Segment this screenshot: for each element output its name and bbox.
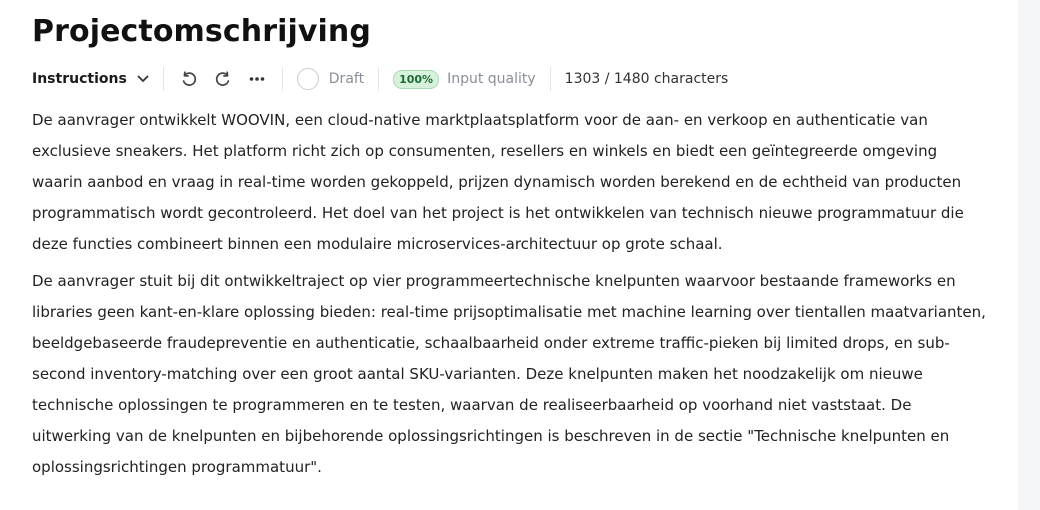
toolbar-divider	[281, 67, 283, 91]
undo-button[interactable]	[178, 68, 200, 90]
draft-circle-icon	[296, 68, 319, 90]
chevron-down-icon	[137, 75, 149, 82]
toolbar-divider	[549, 67, 551, 91]
content-area: Projectomschrijving Instructions Draft 1…	[32, 0, 992, 489]
input-quality: 100% Input quality	[393, 69, 536, 89]
toolbar-divider	[378, 67, 380, 91]
instructions-dropdown[interactable]: Instructions	[32, 71, 149, 87]
draft-status[interactable]: Draft	[296, 68, 365, 90]
editor-page: Projectomschrijving Instructions Draft 1…	[0, 0, 1040, 510]
redo-button[interactable]	[212, 68, 234, 90]
toolbar-divider	[162, 67, 164, 91]
description-text[interactable]: De aanvrager ontwikkelt WOOVIN, een clou…	[32, 105, 992, 483]
character-count: 1303 / 1480 characters	[564, 71, 729, 87]
paragraph: De aanvrager ontwikkelt WOOVIN, een clou…	[32, 111, 964, 253]
page-title: Projectomschrijving	[32, 14, 371, 49]
instructions-label: Instructions	[32, 71, 127, 87]
draft-label: Draft	[328, 71, 365, 87]
redo-icon	[215, 71, 230, 86]
more-options-button[interactable]	[246, 68, 268, 90]
scrollbar-track[interactable]	[1018, 0, 1040, 510]
quality-badge: 100%	[393, 69, 440, 89]
paragraph: De aanvrager stuit bij dit ontwikkeltraj…	[32, 272, 986, 476]
editor-toolbar: Instructions Draft 100% Input quality 13…	[32, 66, 992, 92]
quality-label: Input quality	[447, 71, 536, 87]
undo-icon	[182, 71, 196, 86]
more-icon	[249, 77, 265, 81]
